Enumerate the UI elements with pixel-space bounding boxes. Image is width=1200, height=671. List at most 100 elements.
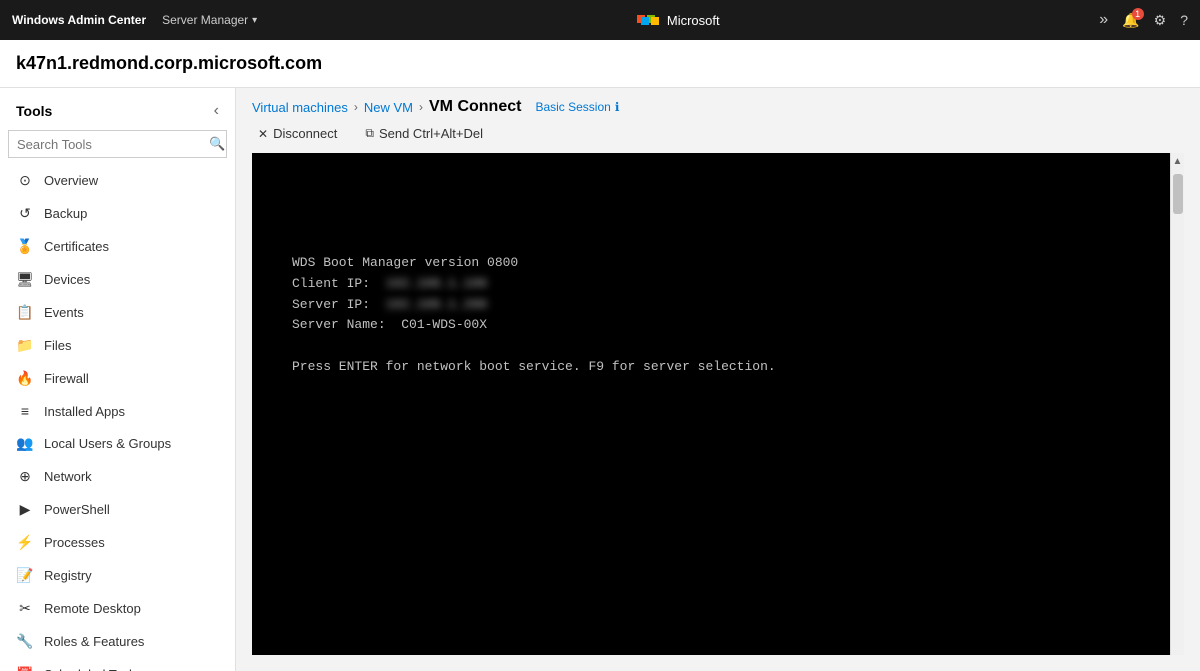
topbar-brand: Windows Admin Center	[12, 13, 146, 27]
console-line-5: Press ENTER for network boot service. F9…	[292, 357, 776, 378]
sidebar-item-remote-desktop[interactable]: ✂ Remote Desktop	[0, 592, 235, 625]
console-line-3: Server Name: C01-WDS-00X	[292, 315, 776, 336]
ms-brand-text: Microsoft	[667, 13, 720, 28]
breadcrumb-sep-2: ›	[419, 100, 423, 114]
expand-icon[interactable]: »	[1099, 11, 1108, 29]
send-ctrl-icon: ⧉	[365, 126, 374, 141]
sidebar: Tools ‹ 🔍 ⊙ Overview ↺ Backup 🏅 Certific…	[0, 88, 236, 671]
topbar-center: Microsoft	[637, 13, 720, 28]
search-icon: 🔍	[201, 131, 233, 157]
console-line-1: Client IP: 192.168.1.100	[292, 274, 776, 295]
sidebar-item-scheduled-tasks[interactable]: 📅 Scheduled Tasks	[0, 658, 235, 671]
sidebar-item-processes[interactable]: ⚡ Processes	[0, 526, 235, 559]
devices-icon: 🖥	[16, 271, 34, 288]
sidebar-item-backup[interactable]: ↺ Backup	[0, 197, 235, 230]
breadcrumb: Virtual machines › New VM › VM Connect B…	[236, 88, 1200, 116]
sidebar-item-label: Roles & Features	[44, 634, 144, 649]
search-input[interactable]	[9, 132, 201, 157]
disconnect-label: Disconnect	[273, 126, 337, 141]
remote-desktop-icon: ✂	[16, 600, 34, 617]
settings-icon[interactable]: ⚙	[1154, 12, 1167, 29]
breadcrumb-new-vm[interactable]: New VM	[364, 100, 413, 115]
sidebar-item-label: Processes	[44, 535, 105, 550]
sidebar-item-label: Files	[44, 338, 71, 353]
ms-logo-yellow	[651, 17, 659, 25]
sidebar-item-devices[interactable]: 🖥 Devices	[0, 263, 235, 296]
roles-features-icon: 🔧	[16, 633, 34, 650]
sidebar-title: Tools	[16, 103, 52, 119]
server-manager-menu[interactable]: Server Manager ▾	[162, 13, 257, 27]
sidebar-item-registry[interactable]: 📝 Registry	[0, 559, 235, 592]
scheduled-tasks-icon: 📅	[16, 666, 34, 671]
breadcrumb-virtual-machines[interactable]: Virtual machines	[252, 100, 348, 115]
sidebar-item-events[interactable]: 📋 Events	[0, 296, 235, 329]
topbar-right: » 🔔 1 ⚙ ?	[1099, 11, 1188, 29]
firewall-icon: 🔥	[16, 370, 34, 387]
server-bar: k47n1.redmond.corp.microsoft.com	[0, 40, 1200, 88]
scroll-up-icon[interactable]: ▲	[1173, 153, 1183, 170]
sidebar-search-container: 🔍	[8, 130, 227, 158]
sidebar-item-label: Certificates	[44, 239, 109, 254]
disconnect-icon: ✕	[258, 127, 268, 141]
sidebar-item-installed-apps[interactable]: ≡ Installed Apps	[0, 395, 235, 427]
send-ctrl-alt-del-button[interactable]: ⧉ Send Ctrl+Alt+Del	[359, 122, 489, 145]
console-scrollbar[interactable]: ▲	[1170, 153, 1184, 655]
basic-session-label: Basic Session	[535, 100, 610, 114]
installed-apps-icon: ≡	[16, 403, 34, 419]
topbar: Windows Admin Center Server Manager ▾ Mi…	[0, 0, 1200, 40]
sidebar-item-certificates[interactable]: 🏅 Certificates	[0, 230, 235, 263]
local-users-icon: 👥	[16, 435, 34, 452]
sidebar-item-label: Local Users & Groups	[44, 436, 171, 451]
sidebar-item-label: Events	[44, 305, 84, 320]
scrollbar-thumb[interactable]	[1173, 174, 1183, 214]
ms-logo	[637, 15, 659, 25]
breadcrumb-sep-1: ›	[354, 100, 358, 114]
sidebar-item-label: Scheduled Tasks	[44, 667, 142, 671]
sidebar-item-firewall[interactable]: 🔥 Firewall	[0, 362, 235, 395]
sidebar-item-label: Installed Apps	[44, 404, 125, 419]
help-icon[interactable]: ?	[1180, 12, 1188, 28]
vm-console-text: WDS Boot Manager version 0800 Client IP:…	[252, 153, 816, 478]
sidebar-item-label: Remote Desktop	[44, 601, 141, 616]
notification-badge: 1	[1132, 8, 1144, 20]
info-icon: ℹ	[615, 100, 620, 114]
client-ip-blurred: 192.168.1.100	[386, 276, 487, 291]
server-title: k47n1.redmond.corp.microsoft.com	[16, 53, 322, 74]
sidebar-item-roles-features[interactable]: 🔧 Roles & Features	[0, 625, 235, 658]
console-line-0: WDS Boot Manager version 0800	[292, 253, 776, 274]
powershell-icon: ▶	[16, 501, 34, 518]
console-line-4	[292, 336, 776, 357]
sidebar-item-label: Backup	[44, 206, 87, 221]
breadcrumb-current: VM Connect	[429, 98, 521, 116]
content-area: Virtual machines › New VM › VM Connect B…	[236, 88, 1200, 671]
disconnect-button[interactable]: ✕ Disconnect	[252, 122, 343, 145]
sidebar-item-overview[interactable]: ⊙ Overview	[0, 164, 235, 197]
sidebar-item-label: Network	[44, 469, 92, 484]
files-icon: 📁	[16, 337, 34, 354]
sidebar-item-label: PowerShell	[44, 502, 110, 517]
overview-icon: ⊙	[16, 172, 34, 189]
sidebar-collapse-button[interactable]: ‹	[210, 98, 223, 124]
backup-icon: ↺	[16, 205, 34, 222]
registry-icon: 📝	[16, 567, 34, 584]
sidebar-item-local-users[interactable]: 👥 Local Users & Groups	[0, 427, 235, 460]
toolbar: ✕ Disconnect ⧉ Send Ctrl+Alt+Del	[236, 116, 1200, 153]
sidebar-item-powershell[interactable]: ▶ PowerShell	[0, 493, 235, 526]
ms-logo-blue	[641, 17, 649, 25]
send-ctrl-label: Send Ctrl+Alt+Del	[379, 126, 483, 141]
server-manager-label: Server Manager	[162, 13, 248, 27]
basic-session-badge[interactable]: Basic Session ℹ	[535, 100, 619, 114]
sidebar-header: Tools ‹	[0, 88, 235, 130]
topbar-left: Windows Admin Center Server Manager ▾	[12, 13, 257, 27]
sidebar-item-label: Registry	[44, 568, 92, 583]
processes-icon: ⚡	[16, 534, 34, 551]
vm-console[interactable]: WDS Boot Manager version 0800 Client IP:…	[252, 153, 1184, 655]
sidebar-item-label: Devices	[44, 272, 90, 287]
sidebar-item-files[interactable]: 📁 Files	[0, 329, 235, 362]
sidebar-nav: ⊙ Overview ↺ Backup 🏅 Certificates 🖥 Dev…	[0, 164, 235, 671]
sidebar-item-label: Firewall	[44, 371, 89, 386]
events-icon: 📋	[16, 304, 34, 321]
sidebar-item-network[interactable]: ⊕ Network	[0, 460, 235, 493]
sidebar-item-label: Overview	[44, 173, 98, 188]
notifications-icon[interactable]: 🔔 1	[1122, 12, 1139, 29]
